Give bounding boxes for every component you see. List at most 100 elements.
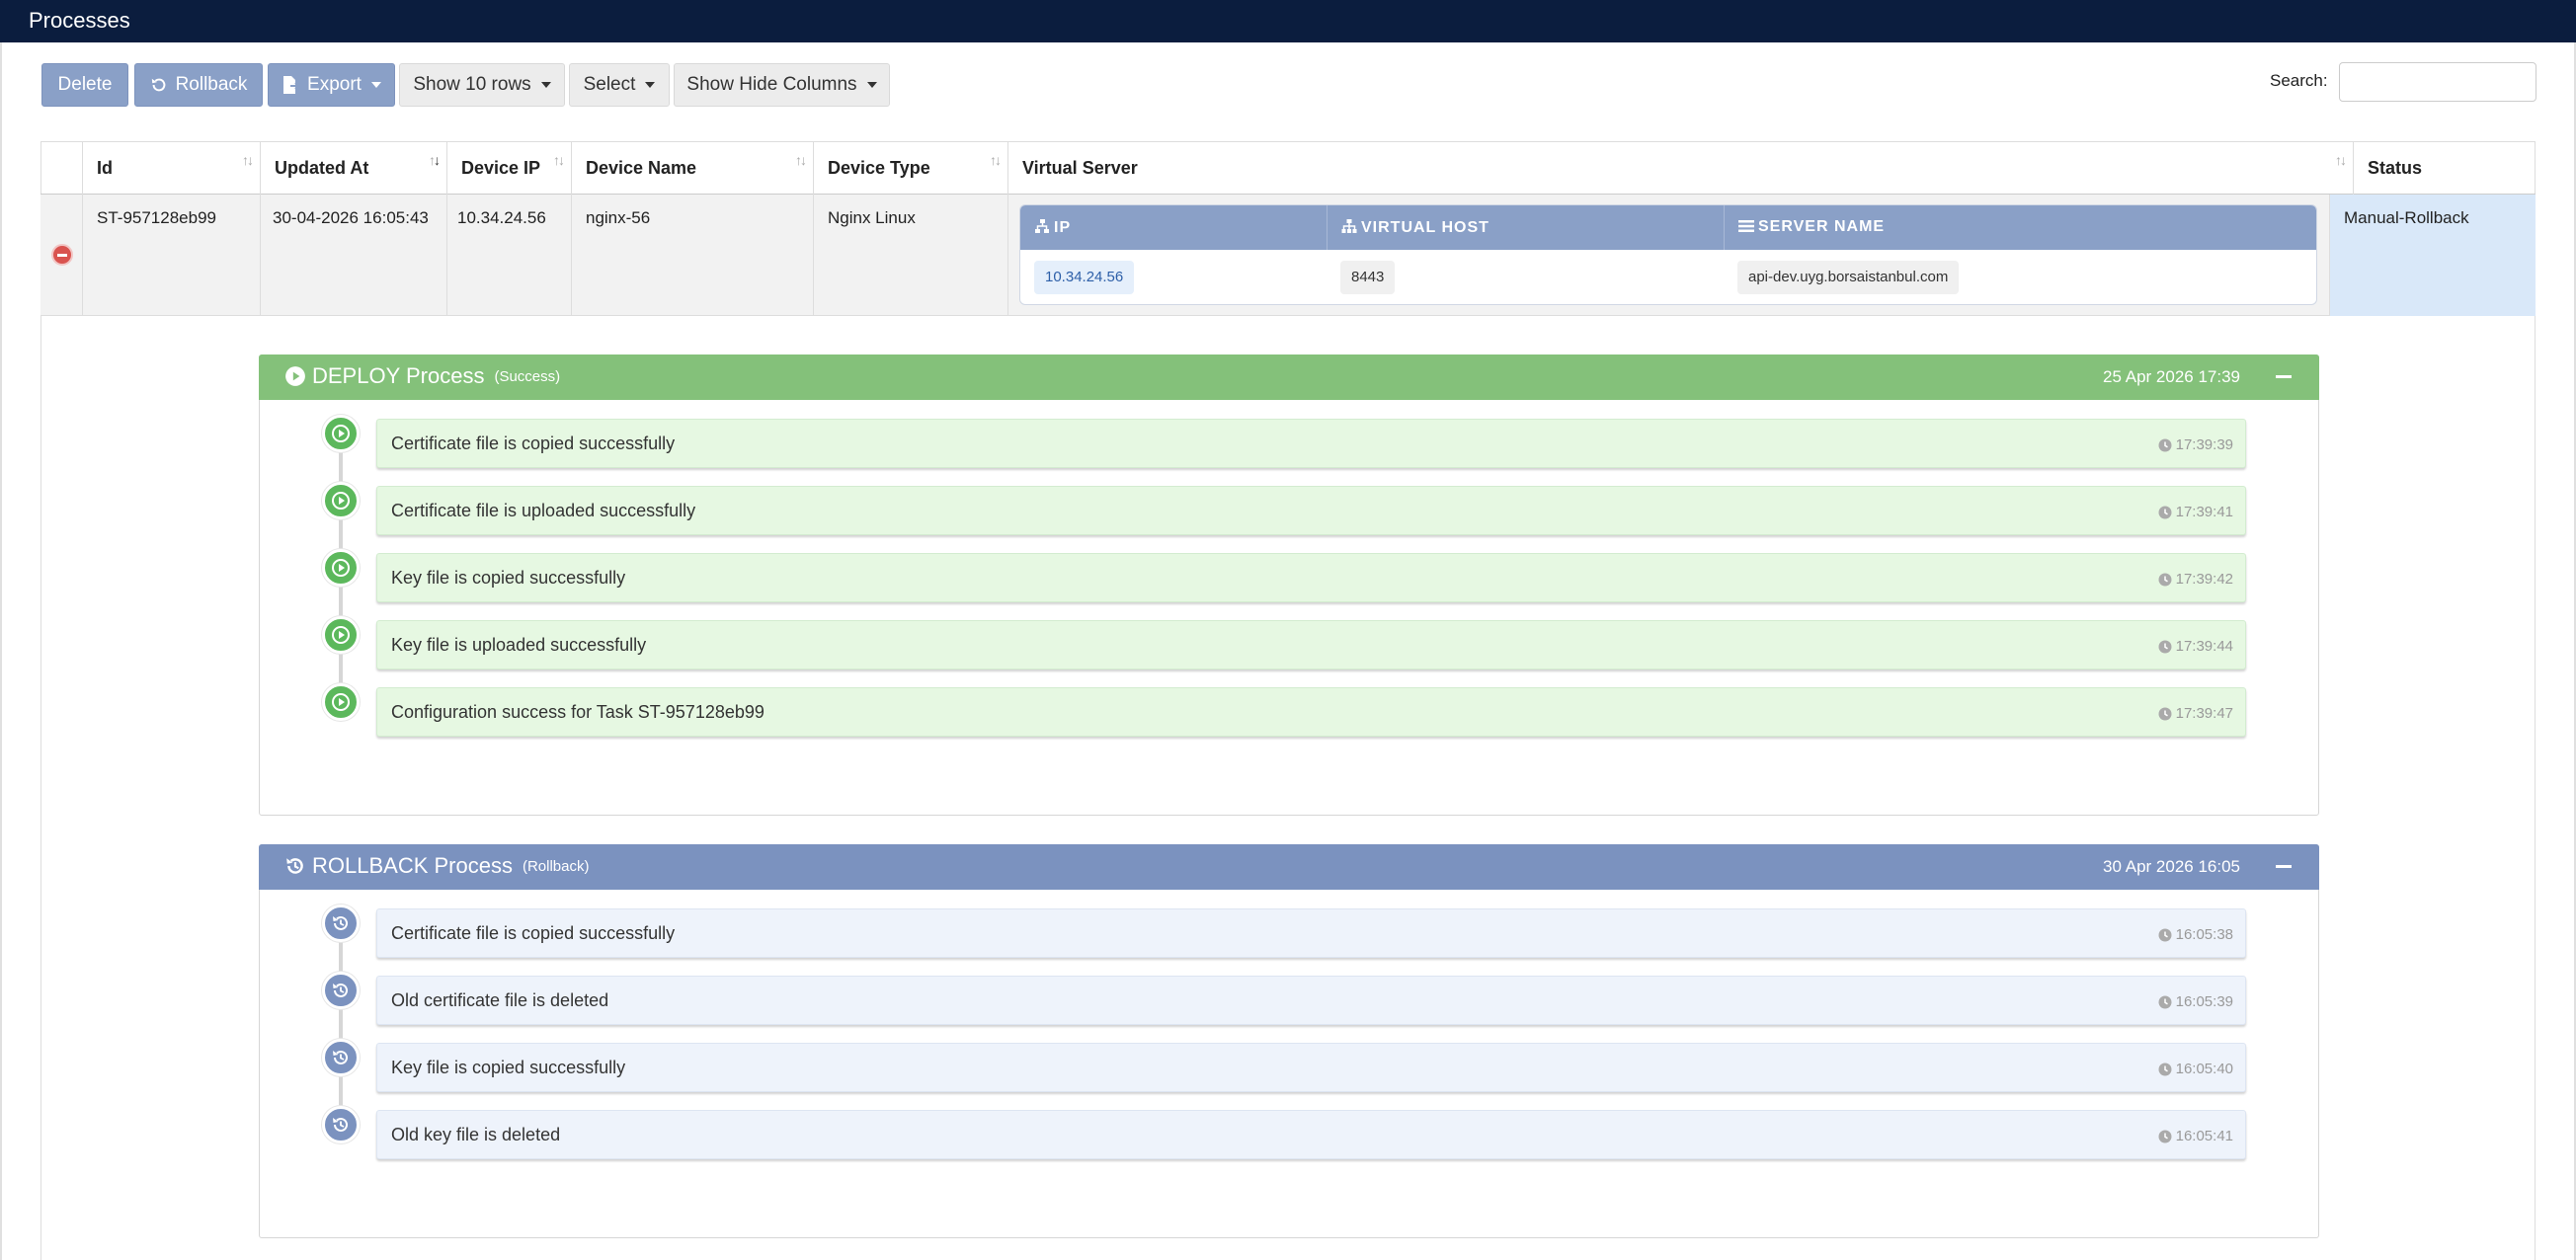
- history-icon: [322, 1039, 360, 1076]
- timeline-item-time: 17:39:44: [2158, 638, 2233, 655]
- play-circle-icon: [322, 683, 360, 721]
- vs-ip-cell: 10.34.24.56: [1034, 261, 1135, 294]
- timeline-item-time: 17:39:42: [2158, 571, 2233, 588]
- rollback-process-title: ROLLBACK Process: [312, 853, 513, 878]
- rollback-button-label: Rollback: [175, 74, 248, 95]
- timeline-item-time: 17:39:39: [2158, 436, 2233, 453]
- vs-virtual-host-cell: 8443: [1340, 261, 1396, 294]
- vs-virtual-host-value: 8443: [1340, 261, 1396, 294]
- column-header-control: [40, 142, 82, 196]
- deploy-process-date: 25 Apr 2026 17:39: [2103, 367, 2240, 386]
- cell-device-name: nginx-56: [571, 195, 813, 316]
- vs-header-virtual-host: VIRTUAL HOST: [1327, 205, 1724, 250]
- timeline-item-time: 16:05:38: [2158, 926, 2233, 943]
- timeline-item-text: Key file is copied successfully: [391, 568, 626, 588]
- clock-icon: [2158, 438, 2172, 451]
- rollback-process-header[interactable]: ROLLBACK Process (Rollback) 30 Apr 2026 …: [259, 844, 2319, 890]
- caret-down-icon: [645, 82, 656, 88]
- clock-icon: [2158, 506, 2172, 518]
- select-dropdown[interactable]: Select: [569, 63, 670, 107]
- timeline-item-time: 17:39:41: [2158, 504, 2233, 520]
- cell-updated-at: 30-04-2026 16:05:43: [260, 195, 446, 316]
- collapse-icon[interactable]: [2276, 865, 2292, 868]
- timeline-item-text: Key file is copied successfully: [391, 1058, 626, 1077]
- timeline-item-time: 16:05:40: [2158, 1061, 2233, 1077]
- show-hide-columns-dropdown[interactable]: Show Hide Columns: [674, 63, 890, 107]
- show-rows-label: Show 10 rows: [413, 74, 531, 95]
- vs-ip-value: 10.34.24.56: [1034, 261, 1135, 294]
- column-header-device-name[interactable]: Device Name ↑↓: [571, 142, 813, 196]
- caret-down-icon: [370, 82, 381, 88]
- timeline-item-time: 16:05:39: [2158, 993, 2233, 1010]
- rollback-timeline-line: [339, 926, 343, 1130]
- column-header-id[interactable]: Id ↑↓: [82, 142, 260, 196]
- show-hide-columns-label: Show Hide Columns: [686, 74, 857, 95]
- timeline-item-text: Old certificate file is deleted: [391, 990, 609, 1010]
- clock-icon: [2158, 707, 2172, 720]
- caret-down-icon: [866, 82, 877, 88]
- timeline-item: Key file is copied successfully 16:05:40: [376, 1043, 2246, 1092]
- cell-status: Manual-Rollback: [2329, 195, 2536, 316]
- list-icon: [1738, 220, 1754, 232]
- timeline-item-text: Certificate file is copied successfully: [391, 923, 676, 943]
- export-button-label: Export: [307, 74, 362, 95]
- sitemap-icon: [1035, 219, 1049, 233]
- timeline-item: Old key file is deleted 16:05:41: [376, 1110, 2246, 1159]
- row-control-cell[interactable]: [40, 195, 82, 316]
- rollback-button[interactable]: Rollback: [134, 63, 263, 107]
- column-header-virtual-server[interactable]: Virtual Server ↑↓: [1007, 142, 2353, 196]
- column-header-status[interactable]: Status: [2353, 142, 2536, 196]
- timeline-item-text: Configuration success for Task ST-957128…: [391, 702, 765, 722]
- clock-icon: [2158, 928, 2172, 941]
- timeline-item: Configuration success for Task ST-957128…: [376, 687, 2246, 737]
- clock-icon: [2158, 1130, 2172, 1142]
- sort-icon: ↑↓: [2335, 152, 2347, 168]
- delete-button[interactable]: Delete: [41, 63, 128, 107]
- deploy-process-header[interactable]: DEPLOY Process (Success) 25 Apr 2026 17:…: [259, 354, 2319, 400]
- page-title: Processes: [29, 8, 130, 33]
- vs-header-server-name: SERVER NAME: [1724, 205, 2316, 250]
- play-circle-icon: [322, 482, 360, 519]
- play-circle-icon: [285, 366, 305, 386]
- page-title-bar: Processes: [0, 0, 2576, 42]
- rollback-process-state: (Rollback): [522, 857, 590, 875]
- deploy-process-state: (Success): [494, 367, 561, 385]
- select-label: Select: [583, 74, 636, 95]
- vs-header-ip: IP: [1020, 205, 1327, 250]
- play-circle-icon: [322, 549, 360, 587]
- sort-icon: ↑↓: [242, 152, 254, 168]
- timeline-item-time: 16:05:41: [2158, 1128, 2233, 1144]
- collapse-icon[interactable]: [2276, 375, 2292, 378]
- timeline-item-time: 17:39:47: [2158, 705, 2233, 722]
- sitemap-icon: [1341, 219, 1357, 233]
- history-icon: [151, 78, 165, 92]
- delete-button-label: Delete: [57, 74, 113, 95]
- virtual-server-card: IP VIRTUAL HOST SERVER NAME 10.34.24.56 …: [1019, 204, 2317, 305]
- sort-desc-icon: ↑↓: [429, 152, 441, 168]
- column-header-device-ip[interactable]: Device IP ↑↓: [446, 142, 571, 196]
- timeline-item: Certificate file is copied successfully 1…: [376, 908, 2246, 958]
- show-rows-dropdown[interactable]: Show 10 rows: [399, 63, 565, 107]
- timeline-item-text: Key file is uploaded successfully: [391, 635, 647, 655]
- history-icon: [286, 858, 303, 874]
- deploy-process-title: DEPLOY Process: [312, 363, 485, 388]
- timeline-item-text: Certificate file is uploaded successfull…: [391, 501, 696, 520]
- timeline-item: Certificate file is uploaded successfull…: [376, 486, 2246, 535]
- minus-circle-icon[interactable]: [51, 244, 73, 266]
- export-button[interactable]: Export: [268, 63, 395, 107]
- column-header-device-type[interactable]: Device Type ↑↓: [813, 142, 1007, 196]
- cell-id: ST-957128eb99: [82, 195, 260, 316]
- clock-icon: [2158, 573, 2172, 586]
- file-export-icon: [283, 76, 300, 94]
- column-header-updated-at[interactable]: Updated At ↑↓: [260, 142, 446, 196]
- timeline-item: Old certificate file is deleted 16:05:39: [376, 976, 2246, 1025]
- rollback-process-date: 30 Apr 2026 16:05: [2103, 857, 2240, 876]
- table-header: Id ↑↓ Updated At ↑↓ Device IP ↑↓ Device …: [40, 141, 2536, 196]
- play-circle-icon: [322, 616, 360, 654]
- timeline-item: Key file is uploaded successfully 17:39:4…: [376, 620, 2246, 669]
- history-icon: [322, 1106, 360, 1143]
- search-label: Search:: [2270, 71, 2328, 90]
- caret-down-icon: [540, 82, 551, 88]
- search-input[interactable]: [2339, 62, 2536, 102]
- timeline-item: Key file is copied successfully 17:39:42: [376, 553, 2246, 602]
